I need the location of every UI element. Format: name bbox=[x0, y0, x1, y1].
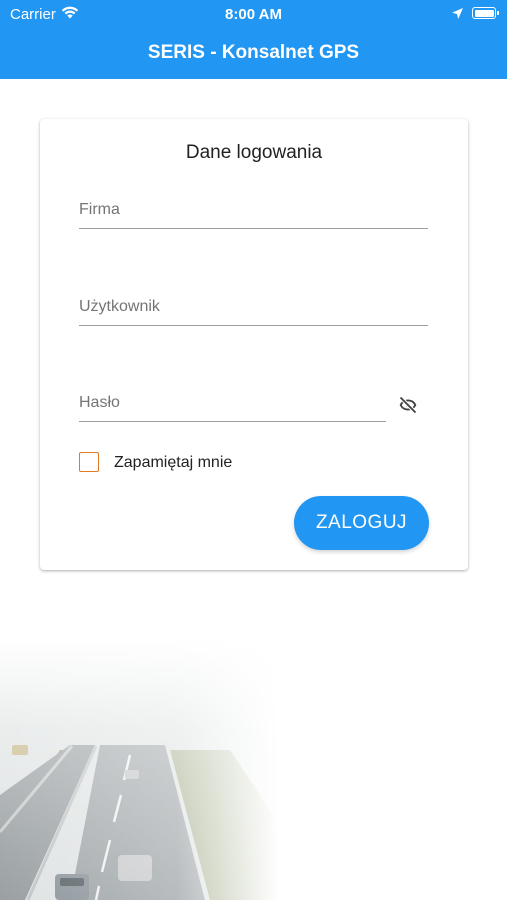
remember-me-checkbox[interactable] bbox=[79, 452, 99, 472]
status-bar: Carrier 8:00 AM bbox=[0, 0, 507, 28]
app-title: SERIS - Konsalnet GPS bbox=[147, 42, 360, 63]
highway-background-image bbox=[0, 640, 507, 900]
company-input[interactable] bbox=[79, 199, 428, 221]
login-card-title: Dane logowania bbox=[185, 142, 323, 163]
username-input[interactable] bbox=[79, 296, 428, 318]
company-underline bbox=[79, 227, 428, 229]
visibility-off-icon[interactable] bbox=[397, 395, 419, 415]
username-underline bbox=[79, 324, 428, 326]
login-button[interactable]: ZALOGUJ bbox=[294, 496, 429, 550]
location-arrow-icon bbox=[452, 8, 463, 19]
app-bar: SERIS - Konsalnet GPS bbox=[0, 28, 507, 79]
status-time: 8:00 AM bbox=[225, 6, 282, 23]
password-input[interactable] bbox=[79, 392, 386, 414]
password-field bbox=[79, 392, 386, 422]
username-field bbox=[79, 296, 428, 326]
password-underline bbox=[79, 420, 386, 422]
login-card: Dane logowania Zapamiętaj mnie ZALOGUJ bbox=[40, 119, 468, 570]
battery-icon bbox=[472, 7, 496, 19]
remember-me-label[interactable]: Zapamiętaj mnie bbox=[114, 454, 232, 472]
battery-tip bbox=[497, 11, 499, 15]
company-field bbox=[79, 199, 428, 229]
